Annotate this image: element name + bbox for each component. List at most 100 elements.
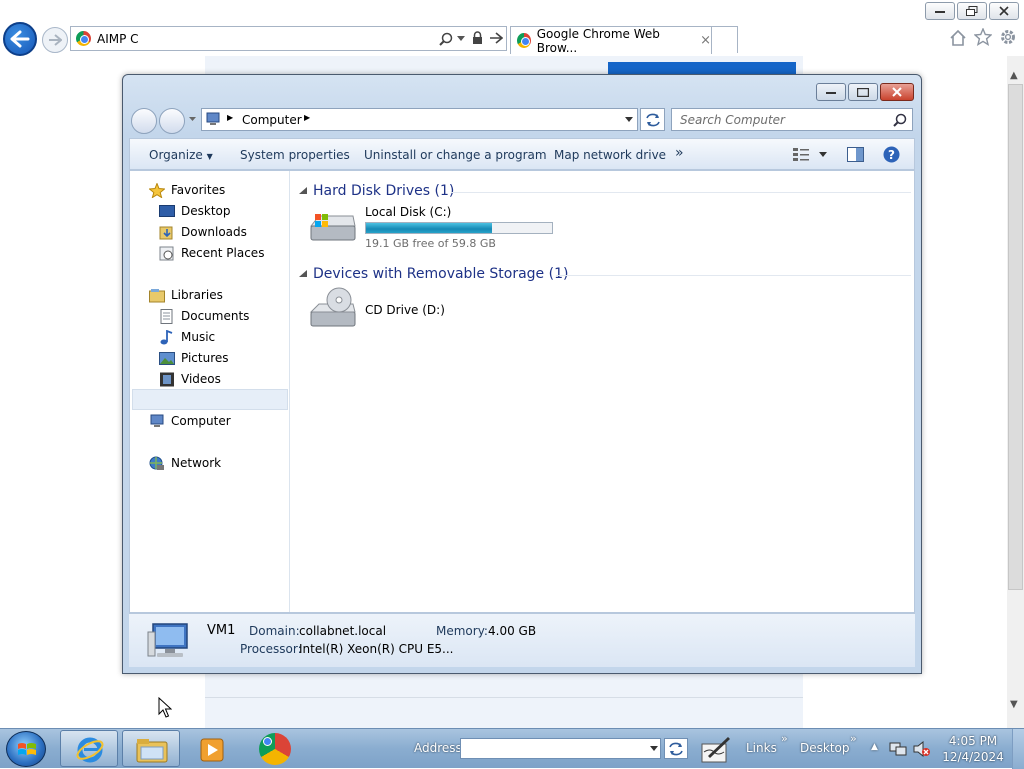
explorer-maximize-button[interactable] xyxy=(848,83,878,101)
new-tab-button[interactable] xyxy=(712,26,738,53)
restore-icon xyxy=(966,6,978,16)
nav-computer[interactable]: Computer xyxy=(149,411,231,431)
tab-close-icon[interactable]: × xyxy=(700,33,711,48)
refresh-button[interactable] xyxy=(640,108,665,131)
search-input[interactable]: Search Computer xyxy=(671,108,913,131)
taskbar-windows-explorer[interactable] xyxy=(122,730,180,767)
breadcrumb-computer[interactable]: Computer xyxy=(242,113,302,127)
nav-desktop[interactable]: Desktop xyxy=(159,201,231,221)
nav-documents-label: Documents xyxy=(181,309,250,323)
explorer-minimize-button[interactable] xyxy=(816,83,846,101)
scroll-up-icon[interactable]: ▲ xyxy=(1010,70,1018,81)
downloads-folder-icon xyxy=(159,226,173,239)
map-network-drive-button[interactable]: Map network drive xyxy=(554,148,666,162)
browser-minimize-button[interactable] xyxy=(925,2,955,20)
pen-notepad-icon[interactable] xyxy=(700,734,732,764)
taskbar-internet-explorer[interactable] xyxy=(60,730,118,767)
help-icon[interactable]: ? xyxy=(883,146,900,163)
nav-music-label: Music xyxy=(181,330,216,344)
nav-documents[interactable]: Documents xyxy=(159,306,249,326)
explorer-forward-button[interactable] xyxy=(159,108,185,134)
taskbar-media-player[interactable] xyxy=(184,730,242,767)
processor-label: Processor: xyxy=(240,642,302,656)
desktop-expand-icon[interactable]: » xyxy=(850,732,857,745)
drives-pane: Hard Disk Drives (1) Local Disk (C:) 19.… xyxy=(291,171,914,612)
taskbar-links-toolbar[interactable]: Links xyxy=(746,741,777,755)
recent-pages-dropdown-icon[interactable] xyxy=(189,117,196,122)
scrollbar-thumb[interactable] xyxy=(1008,84,1023,590)
nav-recent-places[interactable]: Recent Places xyxy=(159,243,264,263)
nav-libraries-label: Libraries xyxy=(171,288,223,302)
drive-local-c[interactable]: Local Disk (C:) 19.1 GB free of 59.8 GB xyxy=(303,188,563,250)
forward-button[interactable] xyxy=(42,27,68,53)
clock-time: 4:05 PM xyxy=(948,734,998,748)
back-button[interactable] xyxy=(3,22,37,56)
nav-network[interactable]: Network xyxy=(149,453,221,473)
settings-gear-icon[interactable] xyxy=(999,28,1017,46)
explorer-close-button[interactable] xyxy=(880,83,914,101)
cd-drive-icon xyxy=(309,287,356,327)
address-text[interactable]: AIMP C xyxy=(97,32,139,46)
volume-muted-icon[interactable] xyxy=(913,741,931,757)
domain-label: Domain: xyxy=(249,624,300,638)
nav-downloads[interactable]: Downloads xyxy=(159,222,247,242)
group-header-removable[interactable]: Devices with Removable Storage (1) xyxy=(313,266,568,282)
taskbar-address-input[interactable] xyxy=(460,738,661,759)
network-tray-icon[interactable] xyxy=(889,741,907,757)
clock-date: 12/4/2024 xyxy=(942,750,1004,764)
nav-favorites[interactable]: Favorites xyxy=(149,180,225,200)
vertical-scrollbar[interactable]: ▲ ▼ xyxy=(1007,56,1024,728)
drive-name: Local Disk (C:) xyxy=(365,205,452,219)
search-icon[interactable] xyxy=(439,32,453,46)
search-icon[interactable] xyxy=(893,113,907,127)
change-view-icon[interactable] xyxy=(793,147,809,162)
drive-cd-d[interactable]: CD Drive (D:) xyxy=(303,286,453,336)
system-clock[interactable]: 4:05 PM 12/4/2024 xyxy=(940,733,1006,765)
home-icon[interactable] xyxy=(949,29,967,46)
nav-favorites-label: Favorites xyxy=(171,183,226,197)
favorites-star-icon[interactable] xyxy=(974,28,992,46)
taskbar-chrome[interactable] xyxy=(246,730,304,767)
lock-icon[interactable] xyxy=(472,31,483,45)
organize-button[interactable]: Organize ▼ xyxy=(149,148,213,162)
explorer-back-button[interactable] xyxy=(131,108,157,134)
music-note-icon xyxy=(160,329,173,344)
show-desktop-button[interactable] xyxy=(1012,729,1024,769)
scroll-down-icon[interactable]: ▼ xyxy=(1010,699,1018,710)
start-button[interactable] xyxy=(6,731,46,767)
chevron-right-icon[interactable]: ▶ xyxy=(304,113,310,122)
preview-pane-icon[interactable] xyxy=(847,147,864,162)
nav-pictures[interactable]: Pictures xyxy=(159,348,229,368)
chevron-right-icon[interactable]: ▶ xyxy=(227,113,233,122)
browser-restore-button[interactable] xyxy=(957,2,987,20)
nav-pictures-label: Pictures xyxy=(181,351,229,365)
explorer-nav-buttons xyxy=(131,108,189,134)
show-hidden-icons-icon[interactable]: ▲ xyxy=(871,742,878,752)
nav-music[interactable]: Music xyxy=(159,327,215,347)
browser-close-button[interactable] xyxy=(989,2,1019,20)
links-expand-icon[interactable]: » xyxy=(781,732,788,745)
more-commands-button[interactable]: » xyxy=(675,145,684,161)
hard-drive-icon xyxy=(309,214,356,241)
system-properties-button[interactable]: System properties xyxy=(240,148,350,162)
svg-text:?: ? xyxy=(888,148,895,162)
forward-arrow-icon xyxy=(49,34,62,46)
uninstall-program-button[interactable]: Uninstall or change a program xyxy=(364,148,547,162)
explorer-window: ▶ Computer ▶ Search Computer Organize ▼ … xyxy=(122,74,922,674)
media-player-icon xyxy=(200,738,224,762)
taskbar-desktop-toolbar[interactable]: Desktop xyxy=(800,741,850,755)
tab-chrome[interactable]: Google Chrome Web Brow... × xyxy=(510,26,712,55)
documents-icon xyxy=(160,308,173,324)
address-dropdown-icon[interactable] xyxy=(625,117,633,122)
go-arrow-icon[interactable] xyxy=(489,32,503,44)
dropdown-arrow-icon[interactable] xyxy=(650,746,658,751)
nav-videos[interactable]: Videos xyxy=(159,369,221,389)
dropdown-arrow-icon[interactable] xyxy=(457,36,465,41)
address-bar[interactable]: AIMP C xyxy=(70,26,507,51)
nav-libraries[interactable]: Libraries xyxy=(149,285,223,305)
disk-usage-fill xyxy=(366,223,493,233)
breadcrumb[interactable]: ▶ Computer ▶ xyxy=(201,108,638,131)
view-dropdown-icon[interactable] xyxy=(819,152,827,157)
collapse-triangle-icon[interactable] xyxy=(299,270,307,277)
taskbar-go-button[interactable] xyxy=(664,738,688,759)
